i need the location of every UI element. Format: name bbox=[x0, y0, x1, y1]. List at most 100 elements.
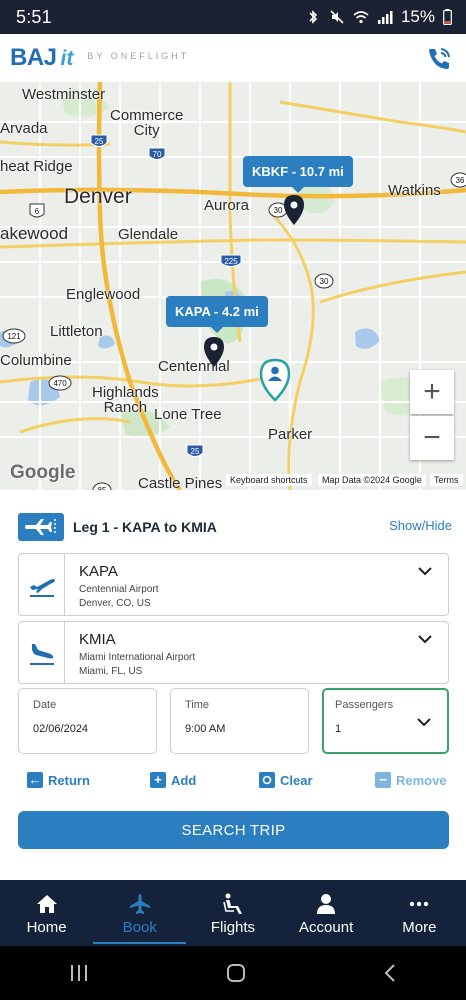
mute-icon bbox=[330, 10, 344, 24]
battery-percent: 15% bbox=[400, 7, 435, 26]
bottom-navigation: Home Book Flights Account More bbox=[0, 880, 466, 946]
map-city-aurora: Aurora bbox=[204, 197, 250, 214]
map-city-wheat-ridge: heat Ridge bbox=[0, 158, 73, 175]
map-city-lone-tree: Lone Tree bbox=[154, 406, 222, 423]
landing-icon bbox=[19, 622, 65, 683]
nav-flights[interactable]: Flights bbox=[186, 880, 279, 946]
date-label: Date bbox=[33, 699, 57, 711]
circle-icon bbox=[259, 772, 275, 788]
route-6-shield: 6 bbox=[29, 203, 45, 218]
route-30-shield-b: 30 bbox=[314, 273, 334, 289]
status-icons: 15% bbox=[305, 7, 452, 27]
airport-pin-kapa[interactable] bbox=[204, 337, 224, 367]
map-city-columbine: Columbine bbox=[0, 352, 72, 369]
status-bar: 5:51 15% bbox=[0, 0, 466, 34]
remove-label: Remove bbox=[396, 772, 447, 788]
map-city-lakewood: akewood bbox=[0, 224, 69, 243]
map-city-glendale: Glendale bbox=[118, 226, 179, 243]
clear-label: Clear bbox=[280, 772, 313, 788]
svg-text:6: 6 bbox=[35, 207, 40, 216]
nav-more[interactable]: More bbox=[373, 880, 466, 946]
keyboard-shortcuts-link[interactable]: Keyboard shortcuts bbox=[226, 474, 312, 486]
nav-book[interactable]: Book bbox=[93, 880, 187, 946]
time-label: Time bbox=[185, 699, 210, 711]
nav-book-label: Book bbox=[122, 918, 157, 936]
passengers-select[interactable]: Passengers 1 bbox=[322, 688, 449, 754]
return-button[interactable]: ← Return bbox=[27, 772, 90, 788]
wifi-icon bbox=[353, 11, 369, 24]
nav-home[interactable]: Home bbox=[0, 880, 93, 946]
add-label: Add bbox=[171, 772, 197, 788]
search-trip-button[interactable]: SEARCH TRIP bbox=[18, 811, 449, 849]
map-view[interactable]: Westminster Commerce City Arvada heat Ri… bbox=[0, 82, 466, 490]
remove-button[interactable]: − Remove bbox=[375, 772, 447, 788]
bajit-logo: BAJ it BY ONEFLIGHT bbox=[10, 44, 189, 72]
map-city-englewood: Englewood bbox=[66, 286, 141, 303]
zoom-out-button[interactable]: − bbox=[410, 416, 454, 460]
call-button[interactable] bbox=[422, 42, 456, 76]
leg-title: Leg 1 - KAPA to KMIA bbox=[73, 519, 217, 535]
arrival-location: Miami, FL, US bbox=[79, 666, 143, 677]
google-logo: Google bbox=[10, 462, 76, 483]
home-system-icon[interactable] bbox=[226, 963, 246, 983]
battery-icon bbox=[443, 9, 452, 25]
bluetooth-icon bbox=[309, 10, 318, 24]
zoom-in-button[interactable]: + bbox=[410, 370, 454, 414]
route-85-shield: 85 bbox=[92, 482, 112, 490]
seat-icon bbox=[222, 891, 244, 917]
time-value: 9:00 AM bbox=[185, 723, 226, 735]
date-value: 02/06/2024 bbox=[33, 723, 89, 735]
return-label: Return bbox=[48, 772, 90, 788]
svg-text:36: 36 bbox=[456, 176, 465, 185]
route-470-shield: 470 bbox=[48, 375, 72, 391]
chevron-down-icon bbox=[418, 567, 432, 576]
departure-location: Denver, CO, US bbox=[79, 598, 151, 609]
nav-flights-label: Flights bbox=[210, 918, 256, 936]
leg-actions: ← Return + Add Clear − Remove bbox=[18, 772, 449, 794]
phone-icon bbox=[429, 48, 450, 69]
departure-name: Centennial Airport bbox=[79, 584, 159, 595]
map-city-westminster: Westminster bbox=[22, 86, 106, 103]
interstate-70-shield: 70 bbox=[148, 147, 166, 160]
time-field[interactable]: Time 9:00 AM bbox=[170, 688, 309, 754]
nav-account[interactable]: Account bbox=[280, 880, 373, 946]
logo-byline: BY ONEFLIGHT bbox=[87, 51, 190, 61]
recent-apps-icon[interactable] bbox=[69, 964, 89, 982]
clear-button[interactable]: Clear bbox=[259, 772, 313, 788]
map-city-arvada: Arvada bbox=[0, 120, 48, 137]
nav-home-label: Home bbox=[26, 918, 67, 936]
date-field[interactable]: Date 02/06/2024 bbox=[18, 688, 157, 754]
plus-icon: + bbox=[150, 772, 166, 788]
terms-link[interactable]: Terms bbox=[430, 474, 463, 486]
interstate-225-shield: 225 bbox=[220, 254, 242, 267]
passengers-label: Passengers bbox=[335, 699, 394, 711]
airport-pin-kbkf[interactable] bbox=[284, 195, 304, 225]
svg-text:30: 30 bbox=[320, 277, 329, 286]
logo-baj: BAJ bbox=[10, 44, 57, 71]
map-city-commerce-city: Commerce City bbox=[110, 107, 184, 139]
nav-account-label: Account bbox=[299, 918, 354, 936]
show-hide-link[interactable]: Show/Hide bbox=[389, 518, 452, 533]
system-navigation-bar bbox=[0, 946, 466, 1000]
interstate-25-shield-south: 25 bbox=[186, 444, 204, 457]
arrival-airport-select[interactable]: KMIA Miami International Airport Miami, … bbox=[18, 621, 449, 684]
map-city-highlands-ranch: Highlands Ranch bbox=[92, 384, 159, 416]
callout-kapa[interactable]: KAPA - 4.2 mi bbox=[166, 296, 268, 333]
nav-more-label: More bbox=[402, 918, 437, 936]
add-button[interactable]: + Add bbox=[150, 772, 196, 788]
back-icon[interactable] bbox=[383, 963, 397, 983]
map-city-littleton: Littleton bbox=[50, 323, 103, 340]
takeoff-icon bbox=[19, 554, 65, 615]
minus-icon: − bbox=[375, 772, 391, 788]
departure-airport-select[interactable]: KAPA Centennial Airport Denver, CO, US bbox=[18, 553, 449, 616]
arrival-code: KMIA bbox=[79, 631, 116, 648]
leg-header: Leg 1 - KAPA to KMIA Show/Hide bbox=[18, 512, 452, 542]
departure-code: KAPA bbox=[79, 563, 118, 580]
person-icon bbox=[316, 891, 336, 917]
svg-text:470: 470 bbox=[53, 379, 67, 388]
map-data-attribution: Map Data ©2024 Google bbox=[318, 474, 426, 486]
user-location-pin[interactable] bbox=[259, 358, 291, 402]
callout-kbkf[interactable]: KBKF - 10.7 mi bbox=[243, 156, 353, 193]
app-header: BAJ it BY ONEFLIGHT bbox=[0, 34, 466, 82]
trip-form: Leg 1 - KAPA to KMIA Show/Hide KAPA Cent… bbox=[0, 490, 466, 880]
